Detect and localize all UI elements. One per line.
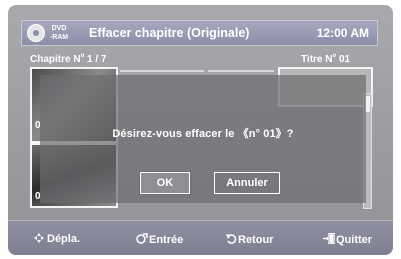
chapter-prefix: Chapitre N	[30, 54, 81, 65]
title-value: 01	[336, 54, 351, 65]
footer-exit: Quitter	[323, 232, 373, 246]
chapter-number-label: Chapitre No 1 / 7	[30, 53, 107, 65]
disc-type-line1: DVD	[51, 25, 67, 32]
footer-move: Dépla.	[34, 233, 80, 245]
title-number-label: Titre No 01	[301, 53, 351, 65]
footer-enter-label: Entrée	[149, 234, 184, 246]
disc-type-label: DVD -RAM	[48, 24, 70, 42]
chapter-sup: o	[80, 53, 85, 59]
chapter-slot-divider	[208, 70, 274, 72]
chapter-slot-divider	[120, 70, 204, 72]
chapter-value: 1 / 7	[84, 54, 107, 65]
clock: 12:00 AM	[316, 26, 369, 40]
header-bar: DVD -RAM Effacer chapitre (Originale) 12…	[21, 20, 378, 46]
osd-screen: DVD -RAM Effacer chapitre (Originale) 12…	[8, 5, 393, 255]
disc-icon	[27, 24, 45, 42]
title-prefix: Titre N	[301, 54, 333, 65]
footer-return: Retour	[226, 233, 273, 246]
disc-type-line2: -RAM	[49, 34, 69, 41]
footer-enter: Entrée	[136, 233, 183, 246]
title-sup: o	[332, 53, 337, 59]
dialog-message: Désirez-vous effacer le 《n° 01》?	[112, 128, 294, 140]
move-arrows-icon	[34, 233, 44, 243]
exit-door-icon	[323, 232, 335, 245]
enter-icon	[136, 233, 148, 244]
page-title: Effacer chapitre (Originale)	[89, 26, 250, 40]
return-arrow-icon	[226, 234, 237, 244]
footer-move-label: Dépla.	[47, 233, 81, 245]
footer-exit-label: Quitter	[336, 234, 373, 246]
confirm-dialog: Désirez-vous effacer le 《n° 01》? OK Annu…	[40, 75, 366, 203]
cancel-button[interactable]: Annuler	[214, 172, 280, 194]
footer-bar: Dépla. Entrée Retour Quitter	[8, 220, 393, 255]
ok-button[interactable]: OK	[139, 171, 191, 195]
footer-return-label: Retour	[238, 234, 274, 246]
